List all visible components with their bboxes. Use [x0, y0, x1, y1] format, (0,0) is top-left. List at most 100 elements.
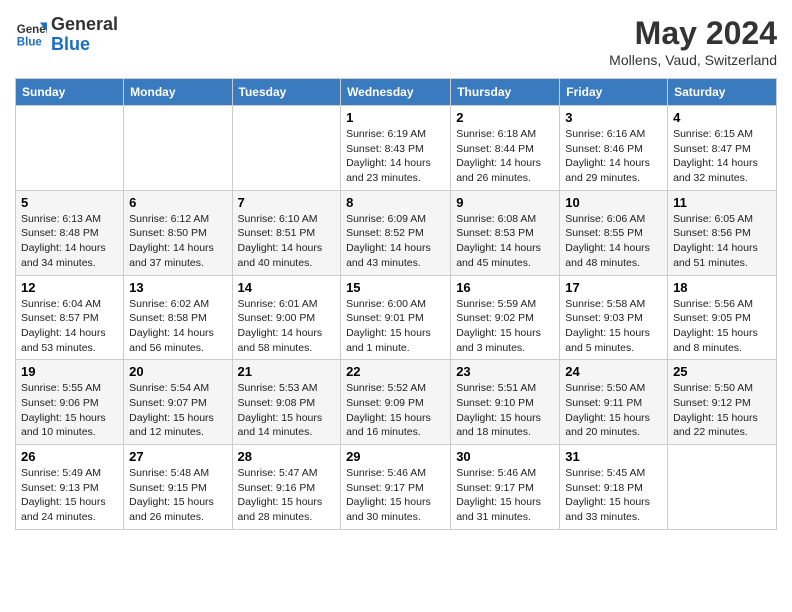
calendar-week-row: 12 Sunrise: 6:04 AMSunset: 8:57 PMDaylig… [16, 275, 777, 360]
day-info: Sunrise: 5:50 AMSunset: 9:12 PMDaylight:… [673, 381, 771, 440]
svg-text:General: General [17, 24, 47, 36]
header-thursday: Thursday [451, 79, 560, 106]
table-row [668, 445, 777, 530]
table-row: 5 Sunrise: 6:13 AMSunset: 8:48 PMDayligh… [16, 190, 124, 275]
day-number: 9 [456, 195, 554, 210]
day-info: Sunrise: 5:46 AMSunset: 9:17 PMDaylight:… [346, 466, 445, 525]
day-number: 13 [129, 280, 226, 295]
day-number: 31 [565, 449, 662, 464]
table-row [232, 106, 341, 191]
day-info: Sunrise: 5:53 AMSunset: 9:08 PMDaylight:… [238, 381, 336, 440]
day-number: 11 [673, 195, 771, 210]
table-row: 15 Sunrise: 6:00 AMSunset: 9:01 PMDaylig… [341, 275, 451, 360]
day-number: 12 [21, 280, 118, 295]
day-info: Sunrise: 5:59 AMSunset: 9:02 PMDaylight:… [456, 297, 554, 356]
day-info: Sunrise: 5:54 AMSunset: 9:07 PMDaylight:… [129, 381, 226, 440]
table-row: 6 Sunrise: 6:12 AMSunset: 8:50 PMDayligh… [124, 190, 232, 275]
day-number: 6 [129, 195, 226, 210]
calendar-table: Sunday Monday Tuesday Wednesday Thursday… [15, 78, 777, 530]
table-row: 2 Sunrise: 6:18 AMSunset: 8:44 PMDayligh… [451, 106, 560, 191]
day-number: 18 [673, 280, 771, 295]
table-row: 12 Sunrise: 6:04 AMSunset: 8:57 PMDaylig… [16, 275, 124, 360]
header-tuesday: Tuesday [232, 79, 341, 106]
month-year: May 2024 [609, 15, 777, 52]
header-wednesday: Wednesday [341, 79, 451, 106]
logo-line1: General [51, 15, 118, 35]
day-number: 7 [238, 195, 336, 210]
day-info: Sunrise: 5:51 AMSunset: 9:10 PMDaylight:… [456, 381, 554, 440]
day-info: Sunrise: 6:10 AMSunset: 8:51 PMDaylight:… [238, 212, 336, 271]
day-info: Sunrise: 6:15 AMSunset: 8:47 PMDaylight:… [673, 127, 771, 186]
day-info: Sunrise: 6:19 AMSunset: 8:43 PMDaylight:… [346, 127, 445, 186]
page-header: General Blue General Blue May 2024 Molle… [15, 15, 777, 68]
day-number: 10 [565, 195, 662, 210]
day-number: 27 [129, 449, 226, 464]
day-info: Sunrise: 6:18 AMSunset: 8:44 PMDaylight:… [456, 127, 554, 186]
header-friday: Friday [560, 79, 668, 106]
table-row: 9 Sunrise: 6:08 AMSunset: 8:53 PMDayligh… [451, 190, 560, 275]
day-number: 29 [346, 449, 445, 464]
table-row: 17 Sunrise: 5:58 AMSunset: 9:03 PMDaylig… [560, 275, 668, 360]
table-row: 28 Sunrise: 5:47 AMSunset: 9:16 PMDaylig… [232, 445, 341, 530]
table-row: 27 Sunrise: 5:48 AMSunset: 9:15 PMDaylig… [124, 445, 232, 530]
day-info: Sunrise: 5:48 AMSunset: 9:15 PMDaylight:… [129, 466, 226, 525]
table-row: 21 Sunrise: 5:53 AMSunset: 9:08 PMDaylig… [232, 360, 341, 445]
day-number: 1 [346, 110, 445, 125]
calendar-week-row: 1 Sunrise: 6:19 AMSunset: 8:43 PMDayligh… [16, 106, 777, 191]
day-number: 23 [456, 364, 554, 379]
day-number: 15 [346, 280, 445, 295]
logo-icon: General Blue [15, 19, 47, 51]
table-row [16, 106, 124, 191]
svg-text:Blue: Blue [17, 36, 43, 48]
logo-line2: Blue [51, 35, 118, 55]
day-number: 4 [673, 110, 771, 125]
day-number: 19 [21, 364, 118, 379]
table-row: 11 Sunrise: 6:05 AMSunset: 8:56 PMDaylig… [668, 190, 777, 275]
table-row: 24 Sunrise: 5:50 AMSunset: 9:11 PMDaylig… [560, 360, 668, 445]
table-row [124, 106, 232, 191]
calendar-week-row: 26 Sunrise: 5:49 AMSunset: 9:13 PMDaylig… [16, 445, 777, 530]
day-info: Sunrise: 6:06 AMSunset: 8:55 PMDaylight:… [565, 212, 662, 271]
calendar-week-row: 5 Sunrise: 6:13 AMSunset: 8:48 PMDayligh… [16, 190, 777, 275]
day-number: 26 [21, 449, 118, 464]
day-info: Sunrise: 6:02 AMSunset: 8:58 PMDaylight:… [129, 297, 226, 356]
calendar-header-row: Sunday Monday Tuesday Wednesday Thursday… [16, 79, 777, 106]
table-row: 4 Sunrise: 6:15 AMSunset: 8:47 PMDayligh… [668, 106, 777, 191]
day-number: 3 [565, 110, 662, 125]
day-info: Sunrise: 6:01 AMSunset: 9:00 PMDaylight:… [238, 297, 336, 356]
day-number: 25 [673, 364, 771, 379]
header-saturday: Saturday [668, 79, 777, 106]
day-info: Sunrise: 6:16 AMSunset: 8:46 PMDaylight:… [565, 127, 662, 186]
day-info: Sunrise: 5:58 AMSunset: 9:03 PMDaylight:… [565, 297, 662, 356]
table-row: 26 Sunrise: 5:49 AMSunset: 9:13 PMDaylig… [16, 445, 124, 530]
day-number: 8 [346, 195, 445, 210]
calendar-week-row: 19 Sunrise: 5:55 AMSunset: 9:06 PMDaylig… [16, 360, 777, 445]
table-row: 16 Sunrise: 5:59 AMSunset: 9:02 PMDaylig… [451, 275, 560, 360]
table-row: 29 Sunrise: 5:46 AMSunset: 9:17 PMDaylig… [341, 445, 451, 530]
day-info: Sunrise: 5:55 AMSunset: 9:06 PMDaylight:… [21, 381, 118, 440]
day-info: Sunrise: 5:50 AMSunset: 9:11 PMDaylight:… [565, 381, 662, 440]
location: Mollens, Vaud, Switzerland [609, 52, 777, 68]
table-row: 1 Sunrise: 6:19 AMSunset: 8:43 PMDayligh… [341, 106, 451, 191]
table-row: 7 Sunrise: 6:10 AMSunset: 8:51 PMDayligh… [232, 190, 341, 275]
day-number: 20 [129, 364, 226, 379]
day-info: Sunrise: 6:00 AMSunset: 9:01 PMDaylight:… [346, 297, 445, 356]
day-info: Sunrise: 5:56 AMSunset: 9:05 PMDaylight:… [673, 297, 771, 356]
day-number: 21 [238, 364, 336, 379]
day-info: Sunrise: 5:52 AMSunset: 9:09 PMDaylight:… [346, 381, 445, 440]
table-row: 14 Sunrise: 6:01 AMSunset: 9:00 PMDaylig… [232, 275, 341, 360]
day-info: Sunrise: 6:13 AMSunset: 8:48 PMDaylight:… [21, 212, 118, 271]
logo: General Blue General Blue [15, 15, 118, 55]
day-info: Sunrise: 6:05 AMSunset: 8:56 PMDaylight:… [673, 212, 771, 271]
day-info: Sunrise: 6:12 AMSunset: 8:50 PMDaylight:… [129, 212, 226, 271]
day-number: 30 [456, 449, 554, 464]
day-number: 14 [238, 280, 336, 295]
day-number: 22 [346, 364, 445, 379]
day-info: Sunrise: 5:47 AMSunset: 9:16 PMDaylight:… [238, 466, 336, 525]
table-row: 18 Sunrise: 5:56 AMSunset: 9:05 PMDaylig… [668, 275, 777, 360]
table-row: 30 Sunrise: 5:46 AMSunset: 9:17 PMDaylig… [451, 445, 560, 530]
day-info: Sunrise: 6:09 AMSunset: 8:52 PMDaylight:… [346, 212, 445, 271]
table-row: 25 Sunrise: 5:50 AMSunset: 9:12 PMDaylig… [668, 360, 777, 445]
day-info: Sunrise: 6:08 AMSunset: 8:53 PMDaylight:… [456, 212, 554, 271]
table-row: 20 Sunrise: 5:54 AMSunset: 9:07 PMDaylig… [124, 360, 232, 445]
